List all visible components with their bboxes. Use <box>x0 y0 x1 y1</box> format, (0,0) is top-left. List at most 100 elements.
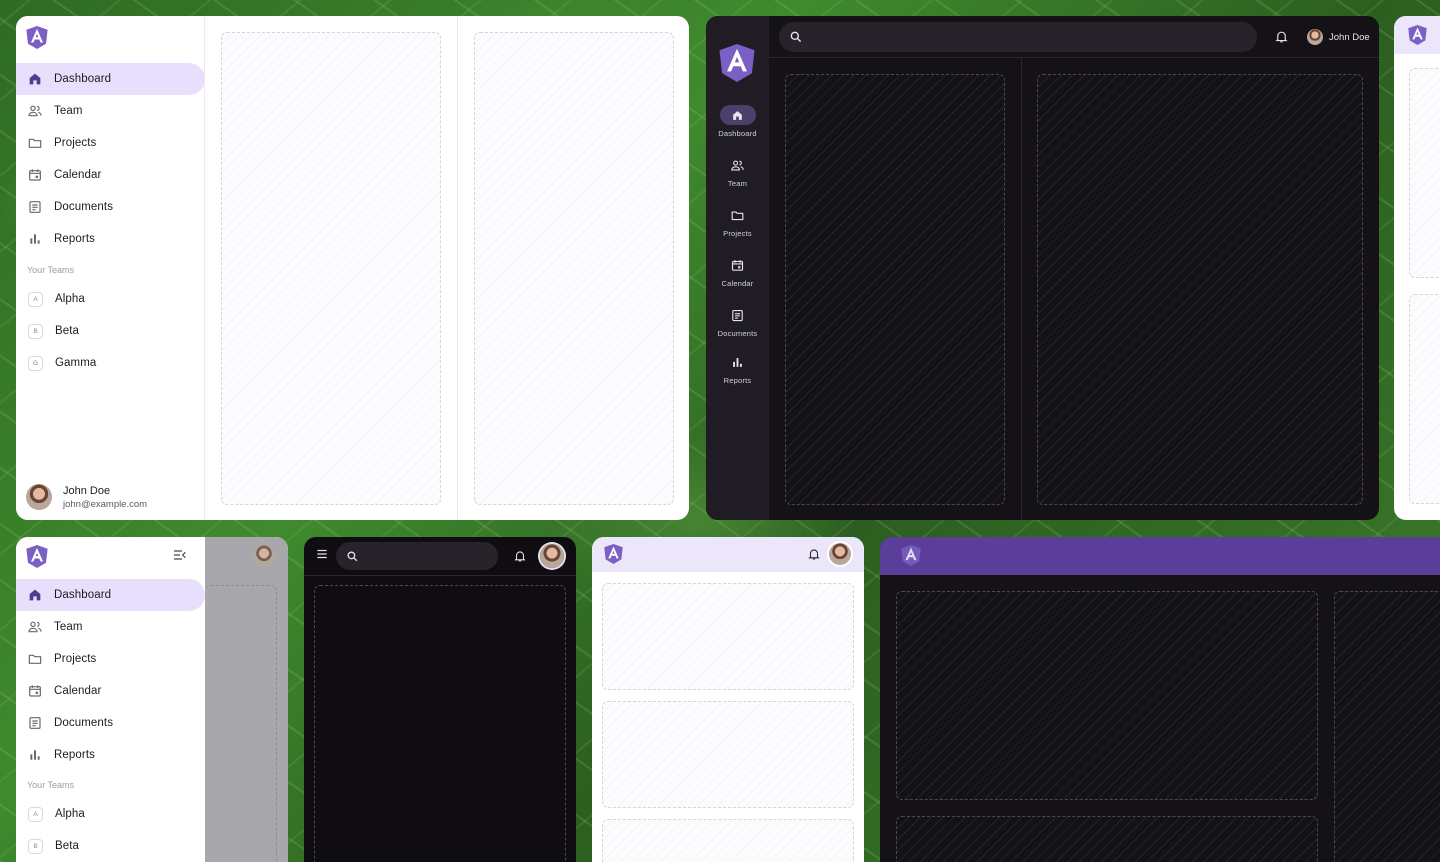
nav-label: Calendar <box>54 685 102 697</box>
content-panel <box>1409 68 1440 278</box>
user-name: John Doe <box>63 484 111 497</box>
nav-label: Documents <box>54 717 114 729</box>
section-heading: Your Teams <box>27 780 75 790</box>
content-panel <box>602 819 854 862</box>
avatar[interactable] <box>540 544 564 568</box>
rail-item-documents[interactable]: Documents <box>706 305 769 338</box>
team-item-alpha[interactable]: A Alpha <box>16 798 205 830</box>
content-panel <box>314 585 566 862</box>
avatar <box>26 484 52 510</box>
team-badge: B <box>28 838 43 854</box>
rail-item-team[interactable]: Team <box>706 155 769 188</box>
nav-item-documents[interactable]: Documents <box>16 707 205 739</box>
notifications-bell-icon[interactable] <box>807 547 821 561</box>
dark-rail-window: Dashboard Team Projects Calendar Documen… <box>706 16 1379 520</box>
content-panel <box>1334 591 1440 862</box>
content-panel <box>896 591 1318 800</box>
menu-icon[interactable] <box>315 547 329 561</box>
team-badge: G <box>28 355 43 371</box>
team-label: Gamma <box>55 357 97 369</box>
calendar-icon <box>720 255 756 275</box>
nav-item-calendar[interactable]: Calendar <box>16 675 205 707</box>
logo-icon[interactable] <box>901 545 921 571</box>
search-input[interactable] <box>367 550 489 562</box>
folder-icon <box>720 205 756 225</box>
divider <box>1021 58 1022 520</box>
home-icon <box>27 587 43 603</box>
nav-item-team[interactable]: Team <box>16 611 205 643</box>
folder-icon <box>27 651 43 667</box>
top-bar <box>592 537 864 572</box>
content-panel <box>896 816 1318 862</box>
team-item-gamma[interactable]: G Gamma <box>16 347 205 379</box>
team-item-beta[interactable]: B Beta <box>16 830 205 862</box>
search-icon <box>346 550 359 563</box>
nav-label: Team <box>54 621 83 633</box>
user-menu[interactable]: John Doe <box>1307 29 1370 45</box>
sidebar: Dashboard Team Projects Calendar Documen… <box>16 16 205 520</box>
logo-icon[interactable] <box>26 545 48 567</box>
rail-item-calendar[interactable]: Calendar <box>706 255 769 288</box>
rail-item-dashboard[interactable]: Dashboard <box>706 105 769 138</box>
logo-icon[interactable] <box>604 544 623 569</box>
logo-icon[interactable] <box>26 26 48 48</box>
light-mobile-window <box>592 537 864 862</box>
user-profile[interactable]: John Doe john@example.com <box>26 484 147 510</box>
nav-label: Projects <box>54 137 97 149</box>
avatar <box>1307 29 1323 45</box>
nav-item-projects[interactable]: Projects <box>16 127 205 159</box>
content-panel <box>1409 294 1440 504</box>
dark-mobile-window <box>304 537 576 862</box>
light-topbar-window <box>1394 16 1440 520</box>
nav-label: Dashboard <box>54 73 112 85</box>
document-icon <box>720 305 756 325</box>
rail-item-reports[interactable]: Reports <box>706 352 769 385</box>
nav-item-calendar[interactable]: Calendar <box>16 159 205 191</box>
team-icon <box>720 155 756 175</box>
nav-item-reports[interactable]: Reports <box>16 739 205 771</box>
folder-icon <box>27 135 43 151</box>
main-nav: Dashboard Team Projects Calendar Documen… <box>16 63 205 379</box>
logo-icon[interactable] <box>719 44 755 82</box>
mobile-drawer-window: Dashboard Team Projects Calendar Documen… <box>16 537 288 862</box>
content-panel <box>1037 74 1363 505</box>
avatar[interactable] <box>253 545 275 567</box>
top-bar <box>880 537 1440 575</box>
calendar-icon <box>27 167 43 183</box>
user-name: John Doe <box>1329 31 1370 43</box>
nav-label: Calendar <box>54 169 102 181</box>
divider <box>457 16 458 520</box>
search-icon <box>789 30 803 44</box>
nav-item-documents[interactable]: Documents <box>16 191 205 223</box>
home-icon <box>27 71 43 87</box>
notifications-bell-icon[interactable] <box>513 549 527 563</box>
rail-label: Team <box>727 179 748 188</box>
user-email: john@example.com <box>63 498 148 510</box>
search-input[interactable] <box>811 31 1186 43</box>
team-label: Beta <box>55 840 80 852</box>
collapse-menu-icon[interactable] <box>172 547 188 563</box>
search-bar[interactable] <box>336 542 498 570</box>
content-panel <box>602 583 854 690</box>
nav-item-team[interactable]: Team <box>16 95 205 127</box>
content-panel <box>221 32 441 505</box>
nav-item-dashboard[interactable]: Dashboard <box>16 579 205 611</box>
team-icon <box>27 103 43 119</box>
team-label: Alpha <box>55 293 85 305</box>
rail-item-projects[interactable]: Projects <box>706 205 769 238</box>
team-badge: A <box>28 291 43 307</box>
nav-item-dashboard[interactable]: Dashboard <box>16 63 205 95</box>
notifications-bell-icon[interactable] <box>1274 29 1289 44</box>
nav-label: Dashboard <box>54 589 112 601</box>
logo-icon[interactable] <box>1408 25 1427 50</box>
search-bar[interactable] <box>779 22 1257 52</box>
team-item-alpha[interactable]: A Alpha <box>16 283 205 315</box>
team-item-beta[interactable]: B Beta <box>16 315 205 347</box>
avatar[interactable] <box>829 543 851 565</box>
team-label: Alpha <box>55 808 85 820</box>
nav-label: Team <box>54 105 83 117</box>
nav-item-projects[interactable]: Projects <box>16 643 205 675</box>
calendar-icon <box>27 683 43 699</box>
nav-item-reports[interactable]: Reports <box>16 223 205 255</box>
main-nav: Dashboard Team Projects Calendar Documen… <box>16 579 205 862</box>
